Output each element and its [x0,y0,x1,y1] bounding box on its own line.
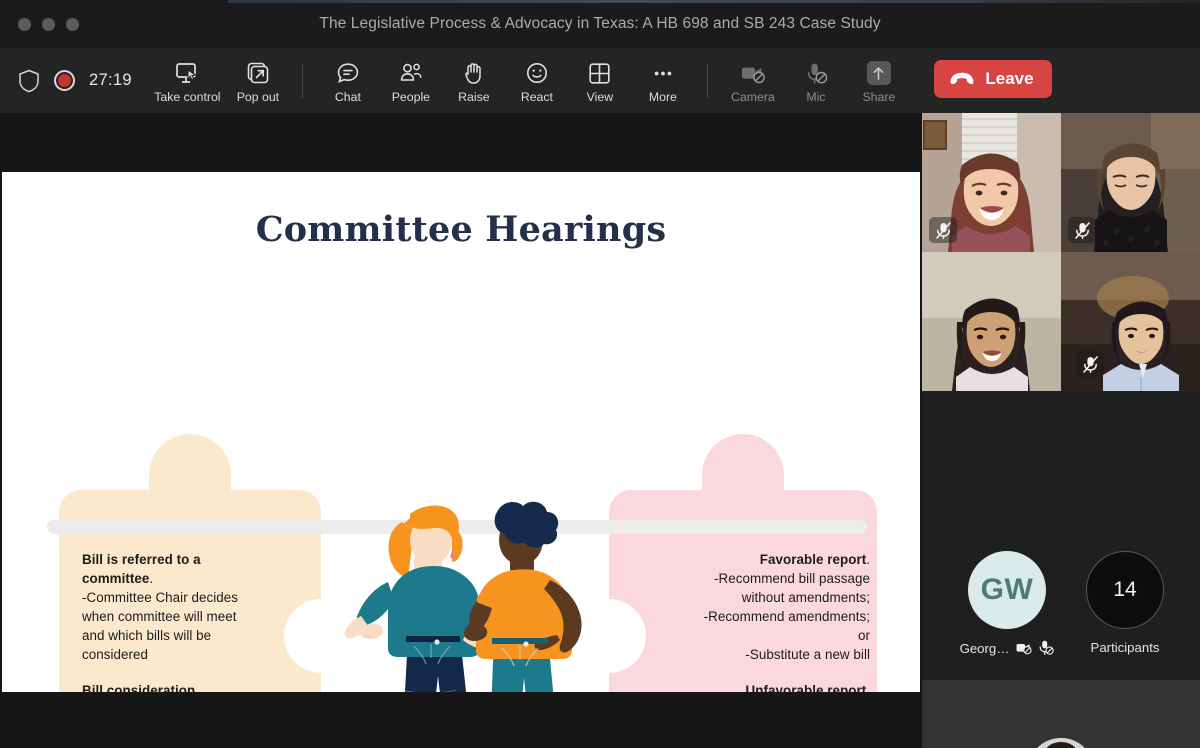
avatar [1028,737,1094,748]
share-label: Share [862,89,896,104]
video-tile[interactable] [922,113,1061,252]
window-title: The Legislative Process & Advocacy in Te… [319,15,881,32]
react-button[interactable]: React [505,58,568,104]
share-arrow-up-icon [866,61,891,86]
people-label: People [391,89,431,104]
pop-out-button[interactable]: Pop out [226,58,289,104]
ellipsis-icon [651,61,675,86]
camera-button[interactable]: Camera [721,58,784,104]
share-button[interactable]: Share [847,58,910,104]
react-label: React [520,89,553,104]
paragraph-line: considered [82,647,149,663]
view-button[interactable]: View [568,58,631,104]
mic-muted-badge [929,217,957,243]
monitor-cursor-icon [175,61,200,86]
camera-label: Camera [731,89,775,104]
chat-bubble-icon [336,61,360,86]
paragraph: Unfavorable report. -Bills are rarely re… [692,681,870,692]
hang-up-phone-icon [950,72,974,85]
smiley-face-icon [525,61,549,86]
avatar: GW [968,551,1046,629]
self-avatar-photo [1028,737,1094,748]
title-bar: The Legislative Process & Advocacy in Te… [0,0,1200,48]
people-button[interactable]: People [379,58,442,104]
mic-off-icon [1074,221,1090,239]
paragraph: Bill consideration. -No action; or -Issu… [82,681,272,692]
participant-video [922,252,1061,391]
paragraph-line: -Recommend bill passage [714,571,870,587]
paragraph-heading-suffix: . [149,571,154,587]
raise-hand-icon [462,61,485,86]
more-label: More [648,89,677,104]
chat-button[interactable]: Chat [316,58,379,104]
leave-button[interactable]: Leave [934,59,1052,98]
participants-label: Participants [1090,640,1160,655]
shared-content-stage: Committee Hearings Bill is referred to a… [0,113,922,748]
paragraph-heading-suffix: . [866,552,870,567]
video-tile[interactable] [1061,252,1200,391]
external-window-icon [246,61,270,86]
paragraph-heading: Bill consideration. [82,683,200,692]
leave-label: Leave [985,68,1034,88]
paragraph-heading: Favorable report [759,552,867,567]
camera-off-icon [740,61,766,86]
take-control-button[interactable]: Take control [148,58,226,104]
camera-off-icon [1016,644,1032,655]
mic-muted-badge [1068,217,1096,243]
raise-label: Raise [458,89,490,104]
chat-label: Chat [334,89,361,104]
participants-count: 14 [1086,551,1164,629]
mic-off-icon [1039,640,1055,655]
mic-button[interactable]: Mic [784,58,847,104]
paragraph-line: when committee will meet [82,609,237,625]
participants-count-card[interactable]: 14 Participants [1070,551,1180,655]
paragraph-line: -Committee Chair decides [82,590,238,606]
pop-out-label: Pop out [236,89,280,104]
paragraph-heading: Unfavorable report. [745,683,870,692]
mic-off-icon [1082,355,1098,373]
avatar-label-row: Georg… [952,640,1062,656]
meeting-window: The Legislative Process & Advocacy in Te… [0,0,1200,748]
video-tile-active-speaker[interactable] [922,252,1061,391]
paragraph-heading: Bill is referred to a committee [82,552,201,587]
left-piece-text: Bill is referred to a committee. -Commit… [82,550,272,692]
mic-off-icon [804,61,828,86]
right-piece-text: Favorable report. -Recommend bill passag… [692,550,870,692]
take-control-label: Take control [154,89,221,104]
paragraph-line: -Substitute a new bill [745,647,870,663]
paragraph-line: and which bills will be [82,628,212,644]
meeting-toolbar: 27:19 Take control Pop out Chat People R… [0,48,1200,113]
more-button[interactable]: More [631,58,694,104]
participant-avatar-card[interactable]: GW Georg… [952,551,1062,656]
two-people-illustration [344,501,582,692]
paragraph-line: -Recommend amendments; or [703,609,870,644]
video-tile-grid [922,113,1200,391]
avatar-row: GW Georg… 14 Participants [922,391,1200,680]
people-icon [399,61,423,86]
slide-title: Committee Hearings [255,209,667,250]
paragraph-line: without amendments; [741,590,870,606]
mic-label: Mic [806,89,826,104]
view-label: View [586,89,614,104]
participants-sidebar: GW Georg… 14 Participants [922,113,1200,748]
self-view-panel[interactable] [922,680,1200,748]
toolbar-divider-2 [707,63,709,98]
video-tile[interactable] [1061,113,1200,252]
mic-off-icon [935,221,951,239]
avatar-name: Georg… [959,640,1010,656]
presentation-slide[interactable]: Committee Hearings Bill is referred to a… [2,172,920,692]
paragraph: Favorable report. -Recommend bill passag… [692,550,870,664]
paragraph: Bill is referred to a committee. -Commit… [82,550,272,664]
mic-muted-badge [1076,351,1104,377]
toolbar-divider-1 [302,63,304,98]
raise-hand-button[interactable]: Raise [442,58,505,104]
grid-layout-icon [588,61,611,86]
toolbar-center-group: Take control Pop out Chat People Raise R… [0,58,1200,104]
